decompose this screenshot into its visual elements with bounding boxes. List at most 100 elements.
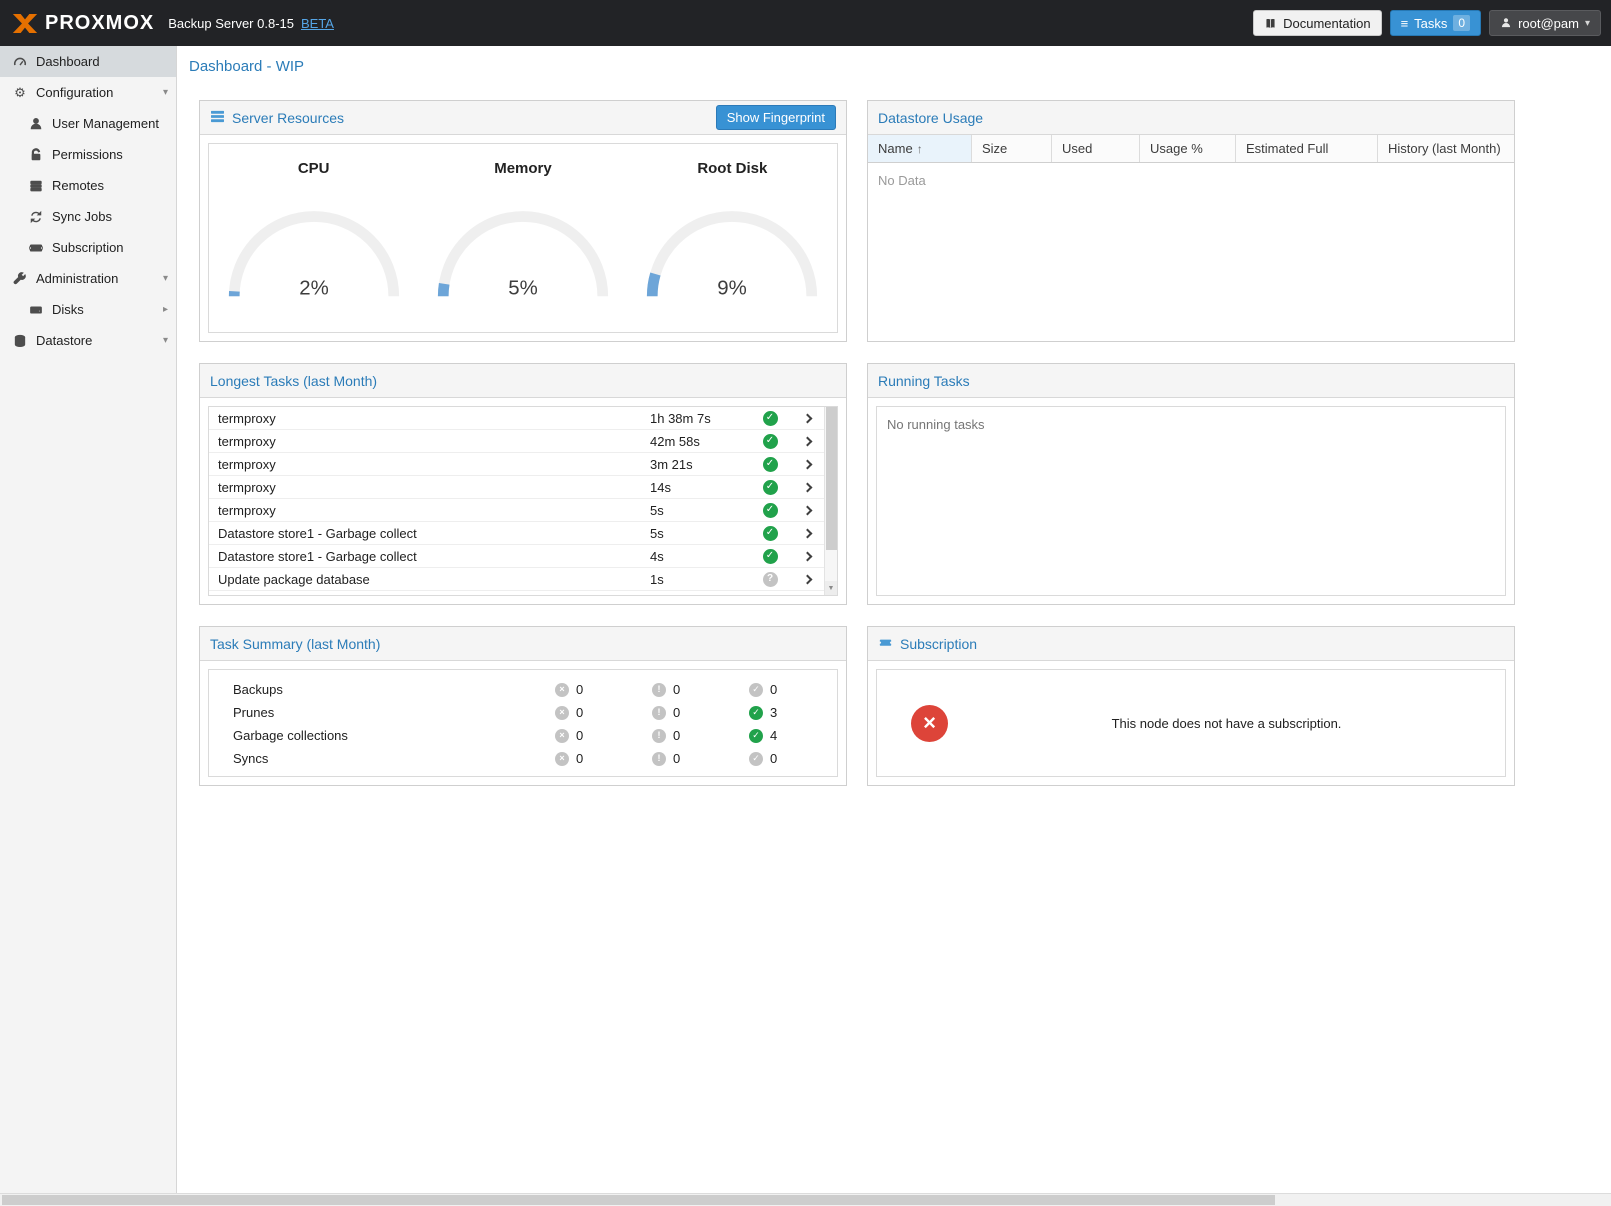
page-title: Dashboard - WIP [189,58,304,75]
sidebar-item-label: Configuration [36,85,113,100]
task-status: ✓ [750,595,790,597]
task-status: ✓ [750,434,790,449]
task-open-button[interactable] [790,507,824,514]
documentation-button[interactable]: Documentation [1253,10,1381,36]
task-summary-row: Backups ×0 !0 ✓0 [209,678,837,701]
gauge-label: Root Disk [697,160,767,177]
panel-title: Task Summary (last Month) [210,636,380,652]
column-header-history[interactable]: History (last Month) [1378,135,1514,162]
sidebar-item-user-management[interactable]: User Management [0,108,176,139]
server-resources-header: Server Resources Show Fingerprint [200,101,846,135]
warning-count-icon: ! [652,706,666,720]
content-header: Dashboard - WIP [177,46,1611,84]
disk-icon [28,303,44,317]
cpu-gauge-arc: 2% [216,199,412,306]
task-summary-row: Prunes ×0 !0 ✓3 [209,701,837,724]
ok-status-icon: ✓ [763,549,778,564]
task-duration: 5s [650,503,750,518]
task-row[interactable]: Update package database 1s ? [209,568,824,591]
book-icon [1264,17,1277,30]
running-tasks-panel: Running Tasks No running tasks [867,363,1515,605]
scrollbar-thumb[interactable] [2,1195,1275,1205]
task-row[interactable]: Datastore store1 - Garbage collect 4s ✓ [209,545,824,568]
sidebar-item-remotes[interactable]: Remotes [0,170,176,201]
column-header-size[interactable]: Size [972,135,1052,162]
task-summary-row: Garbage collections ×0 !0 ✓4 [209,724,837,747]
ok-count-icon: ✓ [749,683,763,697]
horizontal-scrollbar[interactable] [0,1193,1611,1206]
sidebar-item-permissions[interactable]: Permissions [0,139,176,170]
task-open-button[interactable] [790,576,824,583]
panel-title: Running Tasks [878,373,970,389]
task-row[interactable]: termproxy 5s ✓ [209,499,824,522]
show-fingerprint-button[interactable]: Show Fingerprint [716,105,836,130]
sidebar-item-configuration[interactable]: ⚙ Configuration ▾ [0,77,176,108]
scrollbar-thumb[interactable] [826,407,837,550]
task-row[interactable]: termproxy 3m 21s ✓ [209,453,824,476]
task-duration: 5s [650,526,750,541]
ok-count-icon: ✓ [749,752,763,766]
chevron-right-icon [802,528,812,538]
sidebar-item-dashboard[interactable]: Dashboard [0,46,176,77]
sidebar-item-disks[interactable]: Disks ▸ [0,294,176,325]
top-bar: PROXMOX Backup Server 0.8-15 BETA Docume… [0,0,1611,46]
wrench-icon [12,272,28,286]
scrollbar-down-arrow[interactable]: ▼ [825,581,837,595]
task-duration: 1s [650,572,750,587]
user-menu-button[interactable]: root@pam ▾ [1489,10,1601,36]
beta-link[interactable]: BETA [301,16,334,31]
task-row[interactable]: termproxy 14s ✓ [209,476,824,499]
sidebar-item-administration[interactable]: Administration ▾ [0,263,176,294]
task-row[interactable]: termproxy 42m 58s ✓ [209,430,824,453]
task-summary-table: Backups ×0 !0 ✓0 Prunes ×0 !0 ✓3 [208,669,838,777]
column-header-name[interactable]: Name ↑ [868,135,972,162]
longest-tasks-header: Longest Tasks (last Month) [200,364,846,398]
longest-tasks-panel: Longest Tasks (last Month) termproxy 1h … [199,363,847,605]
gauge-value: 9% [718,277,748,299]
ok-status-icon: ✓ [763,480,778,495]
gear-icon: ⚙ [12,85,28,101]
task-open-button[interactable] [790,461,824,468]
error-count: 0 [576,705,583,720]
tasks-button[interactable]: ≡ Tasks 0 [1390,10,1482,36]
user-icon [28,117,44,131]
chevron-down-icon: ▾ [163,273,168,284]
ok-count-icon: ✓ [749,706,763,720]
task-open-button[interactable] [790,530,824,537]
ok-count-icon: ✓ [749,729,763,743]
sidebar-item-subscription[interactable]: Subscription [0,232,176,263]
error-count: 0 [576,728,583,743]
column-header-usage-pct[interactable]: Usage % [1140,135,1236,162]
column-header-estimated-full[interactable]: Estimated Full [1236,135,1378,162]
app-subtitle: Backup Server 0.8-15 [168,16,294,31]
task-open-button[interactable] [790,484,824,491]
task-row[interactable]: termproxy 1h 38m 7s ✓ [209,407,824,430]
column-header-used[interactable]: Used [1052,135,1140,162]
warning-count: 0 [673,728,680,743]
database-icon [12,334,28,348]
sidebar-item-sync-jobs[interactable]: Sync Jobs [0,201,176,232]
root-disk-gauge: Root Disk 9% [628,144,837,332]
task-open-button[interactable] [790,553,824,560]
ok-status-icon: ✓ [763,457,778,472]
task-status: ✓ [750,480,790,495]
user-icon [1500,17,1512,29]
chevron-down-icon: ▾ [163,87,168,98]
vertical-scrollbar[interactable]: ▼ [824,407,837,595]
ok-status-icon: ✓ [763,595,778,597]
chevron-right-icon [802,482,812,492]
task-row[interactable]: Datastore store1 - Garbage collect 5s ✓ [209,522,824,545]
task-duration: 14s [650,480,750,495]
ok-status-icon: ✓ [763,434,778,449]
warning-count: 0 [673,682,680,697]
task-name: Datastore store1 - Garbage collect [209,595,650,597]
task-row[interactable]: Datastore store1 - Garbage collect 1s ✓ [209,591,824,596]
cpu-gauge: CPU 2% [209,144,418,332]
task-open-button[interactable] [790,415,824,422]
task-open-button[interactable] [790,438,824,445]
dashboard-icon [12,55,28,69]
task-name: Update package database [209,572,650,587]
sidebar-item-datastore[interactable]: Datastore ▾ [0,325,176,356]
sidebar-item-label: Administration [36,271,118,286]
task-summary-header: Task Summary (last Month) [200,627,846,661]
